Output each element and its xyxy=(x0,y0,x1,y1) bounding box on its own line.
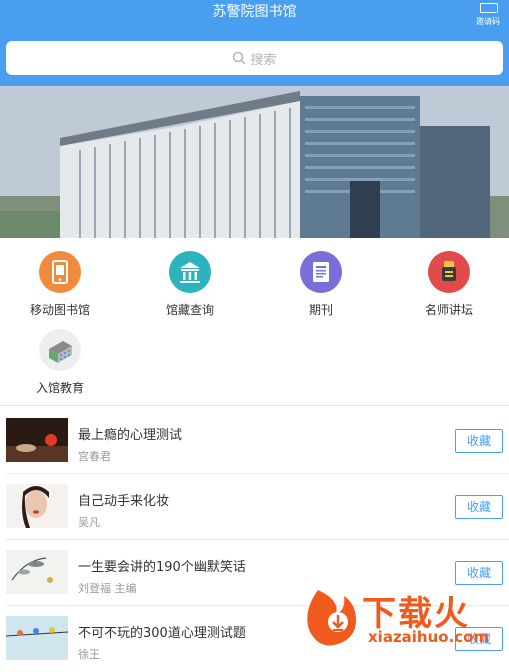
scan-label: 邀请码 xyxy=(476,17,500,26)
book-author: 徐王 xyxy=(78,648,100,661)
watermark-url: xiazaihuo.com xyxy=(368,628,490,646)
banner-carousel[interactable] xyxy=(0,86,509,238)
book-cover xyxy=(6,418,68,462)
favorite-button[interactable]: 收藏 xyxy=(455,429,503,453)
banner-image xyxy=(0,86,509,238)
building-icon xyxy=(39,329,81,371)
book-cover xyxy=(6,550,68,594)
scan-button[interactable]: 邀请码 xyxy=(473,1,503,27)
menu-label: 入馆教育 xyxy=(35,381,84,395)
section-divider xyxy=(0,405,509,406)
list-item[interactable]: 最上瘾的心理测试 宫春君 收藏 xyxy=(0,408,509,474)
book-cover xyxy=(6,616,68,660)
book-title[interactable]: 不可不玩的300道心理测试题 xyxy=(78,622,246,641)
book-cover xyxy=(6,484,68,528)
menu-orientation[interactable]: 入馆教育 xyxy=(0,329,120,396)
menu-label: 名师讲坛 xyxy=(424,303,473,317)
favorite-button[interactable]: 收藏 xyxy=(455,495,503,519)
book-author: 吴凡 xyxy=(78,516,100,529)
menu-mobile-library[interactable]: 移动图书馆 xyxy=(0,251,120,318)
book-title[interactable]: 最上瘾的心理测试 xyxy=(78,424,182,443)
search-icon xyxy=(233,51,247,65)
menu-collection-search[interactable]: 馆藏查询 xyxy=(130,251,250,318)
journal-icon xyxy=(300,251,342,293)
library-building-icon xyxy=(169,251,211,293)
search-box[interactable]: 搜索 xyxy=(6,41,503,75)
menu-journal[interactable]: 期刊 xyxy=(261,251,381,318)
book-title[interactable]: 一生要会讲的190个幽默笑话 xyxy=(78,556,246,575)
lecture-icon xyxy=(428,251,470,293)
search-placeholder: 搜索 xyxy=(250,52,277,68)
menu-label: 移动图书馆 xyxy=(29,303,90,317)
book-author: 刘登福 主编 xyxy=(78,582,137,595)
menu-label: 馆藏查询 xyxy=(165,303,214,317)
app-title: 苏警院图书馆 xyxy=(212,4,297,20)
book-title[interactable]: 自己动手来化妆 xyxy=(78,490,169,509)
menu-label: 期刊 xyxy=(308,303,333,317)
book-author: 宫春君 xyxy=(78,450,111,463)
top-bar: 苏警院图书馆 邀请码 搜索 xyxy=(0,0,509,86)
menu-lecture[interactable]: 名师讲坛 xyxy=(389,251,509,318)
mobile-library-icon xyxy=(39,251,81,293)
list-item[interactable]: 自己动手来化妆 吴凡 收藏 xyxy=(0,474,509,540)
